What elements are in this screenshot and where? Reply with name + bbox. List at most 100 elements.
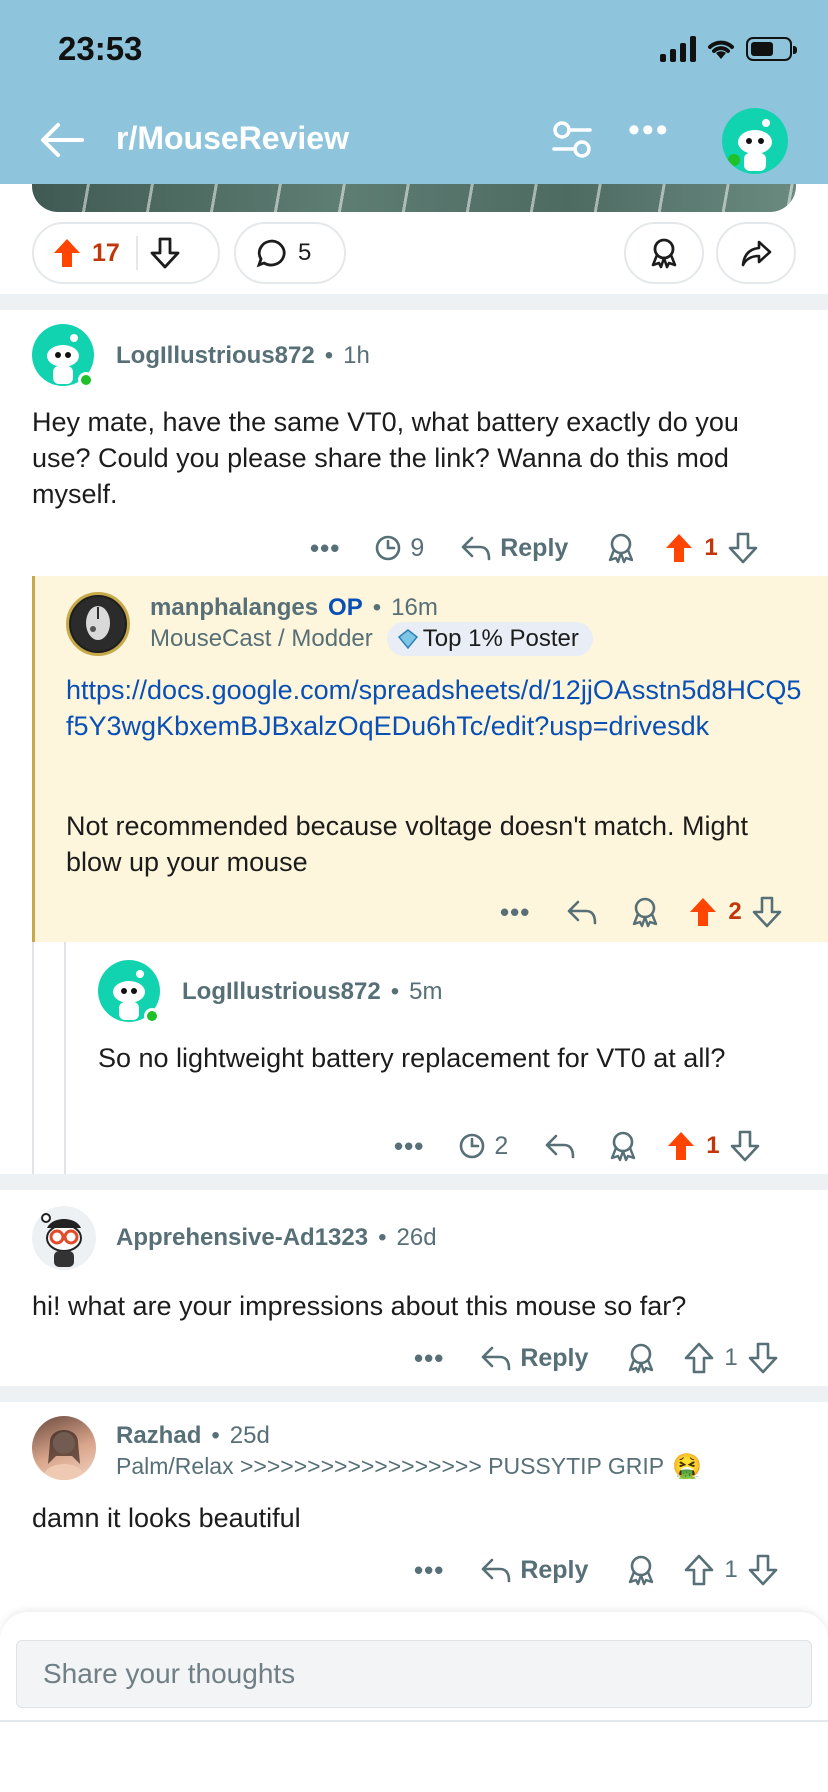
- vote-count: 1: [706, 1132, 720, 1159]
- comment-body: Hey mate, have the same VT0, what batter…: [32, 407, 739, 509]
- composer-divider: [0, 1720, 828, 1722]
- comment: Apprehensive-Ad1323 • 26d hi! what are y…: [0, 1190, 828, 1386]
- comment-author[interactable]: LogIllustrious872: [182, 978, 381, 1006]
- award-icon: [651, 238, 677, 269]
- back-arrow-icon: [41, 123, 84, 157]
- subreddit-title[interactable]: r/MouseReview: [116, 120, 349, 157]
- op-badge: OP: [328, 594, 363, 621]
- comment-more-button[interactable]: •••: [414, 1555, 444, 1586]
- comment-bubble-icon: [256, 239, 286, 268]
- user-flair: Palm/Relax >>>>>>>>>>>>>>>>>> PUSSYTIP G…: [116, 1452, 702, 1481]
- comment-meta: Apprehensive-Ad1323 • 26d: [116, 1224, 437, 1252]
- award-count[interactable]: 2: [458, 1132, 508, 1161]
- comment-actions: ••• 2 1: [394, 1124, 760, 1168]
- comment-meta: LogIllustrious872 • 5m: [182, 978, 443, 1006]
- downvote-icon[interactable]: [752, 896, 782, 928]
- comment-actions: ••• Reply 1: [414, 1336, 778, 1380]
- top-bar: 23:53 r/MouseReview •••: [0, 0, 828, 184]
- upvote-filled-icon[interactable]: [688, 896, 718, 928]
- upvote-icon[interactable]: [684, 1554, 714, 1586]
- comment-actions: ••• 2: [500, 890, 782, 934]
- comment-link[interactable]: https://docs.google.com/spreadsheets/d/1…: [66, 672, 808, 744]
- comment-actions: ••• Reply 1: [414, 1548, 778, 1592]
- post-comment-count: 5: [298, 239, 312, 266]
- section-divider: [0, 294, 828, 310]
- comment-meta: Razhad • 25d: [116, 1422, 270, 1450]
- user-avatar[interactable]: [722, 108, 788, 174]
- downvote-icon[interactable]: [748, 1554, 778, 1586]
- reply-button[interactable]: [544, 1132, 576, 1160]
- post-share-button[interactable]: [716, 222, 796, 284]
- upvote-filled-icon[interactable]: [664, 532, 694, 564]
- vote-controls: 2: [688, 896, 781, 928]
- flair-text: MouseCast / Modder: [150, 625, 373, 652]
- vote-count: 1: [724, 1344, 738, 1371]
- comment: LogIllustrious872 • 5m So no lightweight…: [0, 942, 828, 1174]
- upvote-filled-icon[interactable]: [52, 237, 82, 269]
- comment-meta: manphalanges OP • 16m: [150, 594, 438, 622]
- reply-button[interactable]: Reply: [460, 534, 568, 563]
- comment-actions: ••• 9 Reply 1: [310, 526, 758, 570]
- comment-composer: Share your thoughts: [0, 1612, 828, 1792]
- vote-count: 2: [728, 898, 742, 925]
- downvote-icon[interactable]: [728, 532, 758, 564]
- reply-arrow-icon: [545, 1134, 575, 1159]
- reply-arrow-icon: [482, 1346, 511, 1371]
- section-divider: [0, 1386, 828, 1402]
- award-button[interactable]: [608, 1130, 638, 1162]
- commenter-avatar[interactable]: [32, 1416, 96, 1480]
- downvote-icon[interactable]: [748, 1342, 778, 1374]
- upvote-icon[interactable]: [684, 1342, 714, 1374]
- battery-icon: [746, 37, 797, 61]
- share-thoughts-input[interactable]: Share your thoughts: [16, 1640, 812, 1708]
- comment-more-button[interactable]: •••: [394, 1131, 424, 1162]
- award-icon: [629, 1555, 654, 1586]
- commenter-avatar[interactable]: [32, 1206, 96, 1270]
- comment-body: hi! what are your impressions about this…: [32, 1291, 687, 1321]
- nauseated-emoji-icon: 🤮: [672, 1453, 702, 1480]
- comment-time: 1h: [343, 342, 370, 369]
- reply-arrow-icon: [482, 1558, 511, 1583]
- comment-time: 26d: [396, 1224, 437, 1251]
- reply-arrow-icon: [461, 536, 491, 561]
- post-comments-pill[interactable]: 5: [234, 222, 346, 284]
- award-count[interactable]: 9: [374, 534, 424, 563]
- commenter-avatar[interactable]: [66, 592, 130, 656]
- downvote-icon[interactable]: [730, 1130, 760, 1162]
- online-indicator: [144, 1008, 160, 1024]
- comment: LogIllustrious872 • 1h Hey mate, have th…: [0, 310, 828, 576]
- comment-body: Not recommended because voltage doesn't …: [66, 811, 749, 877]
- filter-button[interactable]: [550, 118, 594, 162]
- comment-author[interactable]: LogIllustrious872: [116, 342, 315, 370]
- snoo-glasses-avatar-icon: [41, 1213, 82, 1267]
- comment-more-button[interactable]: •••: [310, 533, 340, 564]
- award-button[interactable]: [626, 1342, 656, 1374]
- more-options-button[interactable]: •••: [628, 113, 670, 147]
- award-button[interactable]: [626, 1554, 656, 1586]
- comment-author[interactable]: Razhad: [116, 1422, 201, 1450]
- comment-more-button[interactable]: •••: [414, 1343, 444, 1374]
- comment-author[interactable]: manphalanges: [150, 594, 318, 622]
- vote-controls: 1: [684, 1342, 778, 1374]
- downvote-icon[interactable]: [150, 237, 180, 269]
- vote-count: 1: [724, 1556, 738, 1583]
- comment-meta: LogIllustrious872 • 1h: [116, 342, 370, 370]
- award-button[interactable]: [606, 532, 636, 564]
- comment-more-button[interactable]: •••: [500, 897, 530, 928]
- reply-button[interactable]: Reply: [480, 1556, 588, 1585]
- comment-author[interactable]: Apprehensive-Ad1323: [116, 1224, 368, 1252]
- award-button[interactable]: [630, 896, 660, 928]
- reply-button[interactable]: [566, 898, 598, 926]
- clock-icon: [460, 1133, 485, 1159]
- user-photo-icon: [44, 1430, 84, 1480]
- flair-text: Palm/Relax >>>>>>>>>>>>>>>>>> PUSSYTIP G…: [116, 1453, 665, 1479]
- post-award-button[interactable]: [624, 222, 704, 284]
- upvote-filled-icon[interactable]: [666, 1130, 696, 1162]
- comment-body: So no lightweight battery replacement fo…: [98, 1043, 726, 1073]
- award-icon: [611, 1131, 636, 1162]
- back-button[interactable]: [40, 118, 88, 162]
- reply-button[interactable]: Reply: [480, 1344, 588, 1373]
- online-indicator: [78, 372, 94, 388]
- status-time: 23:53: [58, 30, 143, 67]
- top-poster-badge[interactable]: Top 1% Poster: [386, 622, 593, 656]
